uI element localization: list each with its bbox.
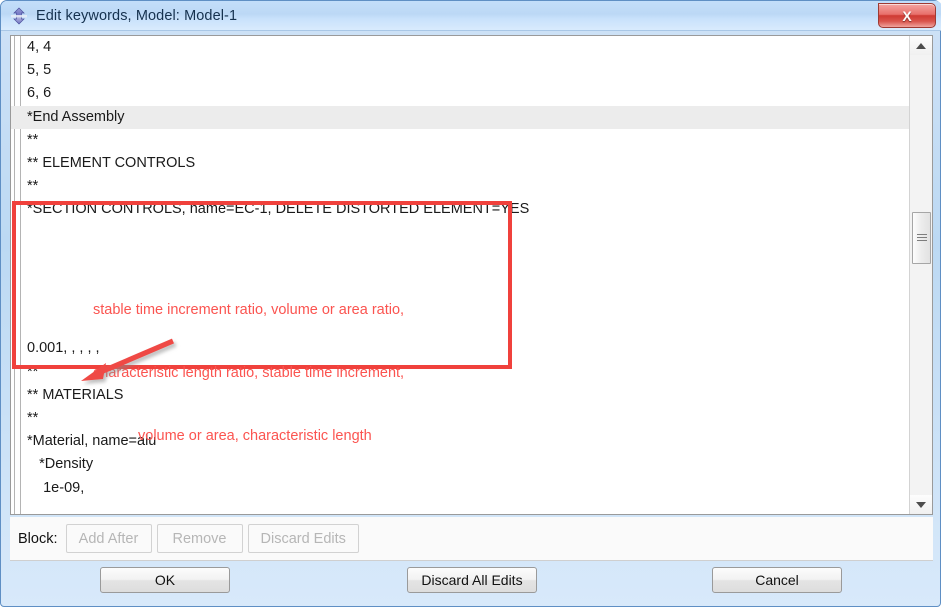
editor-line: 6, 6 <box>27 85 52 102</box>
window-title: Edit keywords, Model: Model-1 <box>36 7 238 24</box>
discard-all-edits-button[interactable]: Discard All Edits <box>407 567 537 593</box>
vertical-scrollbar[interactable] <box>909 36 932 514</box>
editor-line: 4, 4 <box>27 39 52 55</box>
scrollbar-thumb[interactable] <box>912 212 931 264</box>
annotation-line-3: volume or area, characteristic length <box>138 428 372 444</box>
scroll-down-arrow-icon[interactable] <box>910 495 932 514</box>
close-icon: X <box>902 7 912 24</box>
block-label: Block: <box>18 530 58 547</box>
red-annotation-text: stable time increment ratio, volume or a… <box>93 258 513 489</box>
ok-button[interactable]: OK <box>100 567 230 593</box>
discard-edits-button[interactable]: Discard Edits <box>247 524 359 553</box>
scrollbar-grip-icon <box>917 234 927 243</box>
annotation-line-2: characteristic length ratio, stable time… <box>93 365 405 381</box>
annotation-line-1: stable time increment ratio, volume or a… <box>93 302 405 318</box>
close-button[interactable]: X <box>878 3 936 28</box>
dialog-footer: OK Discard All Edits Cancel <box>10 562 933 600</box>
keyword-text-area[interactable]: 4, 4 5, 5 6, 6 *End Assembly ** ** ELEMENT CO… <box>11 36 909 514</box>
editor-line: 5, 5 <box>27 62 52 79</box>
editor-line: *SECTION CONTROLS, name=EC-1, DELETE DIS… <box>27 201 530 218</box>
editor-line: ** <box>27 131 39 148</box>
title-bar: Edit keywords, Model: Model-1 X <box>1 1 941 31</box>
editor-line: ** ELEMENT CONTROLS <box>27 154 196 171</box>
add-after-button[interactable]: Add After <box>65 524 152 553</box>
editor-line: ** <box>27 178 39 195</box>
keyword-editor-panel: 4, 4 5, 5 6, 6 *End Assembly ** ** ELEMENT CO… <box>10 35 933 515</box>
block-toolbar: Block: Add After Remove Discard Edits <box>10 517 933 561</box>
remove-button[interactable]: Remove <box>156 524 243 553</box>
cancel-button[interactable]: Cancel <box>712 567 842 593</box>
editor-line: *End Assembly <box>11 105 909 129</box>
scroll-up-arrow-icon[interactable] <box>910 36 932 55</box>
edit-keywords-dialog: Edit keywords, Model: Model-1 X 4, 4 5, 5… <box>0 0 941 607</box>
abaqus-diamond-icon <box>9 6 29 26</box>
